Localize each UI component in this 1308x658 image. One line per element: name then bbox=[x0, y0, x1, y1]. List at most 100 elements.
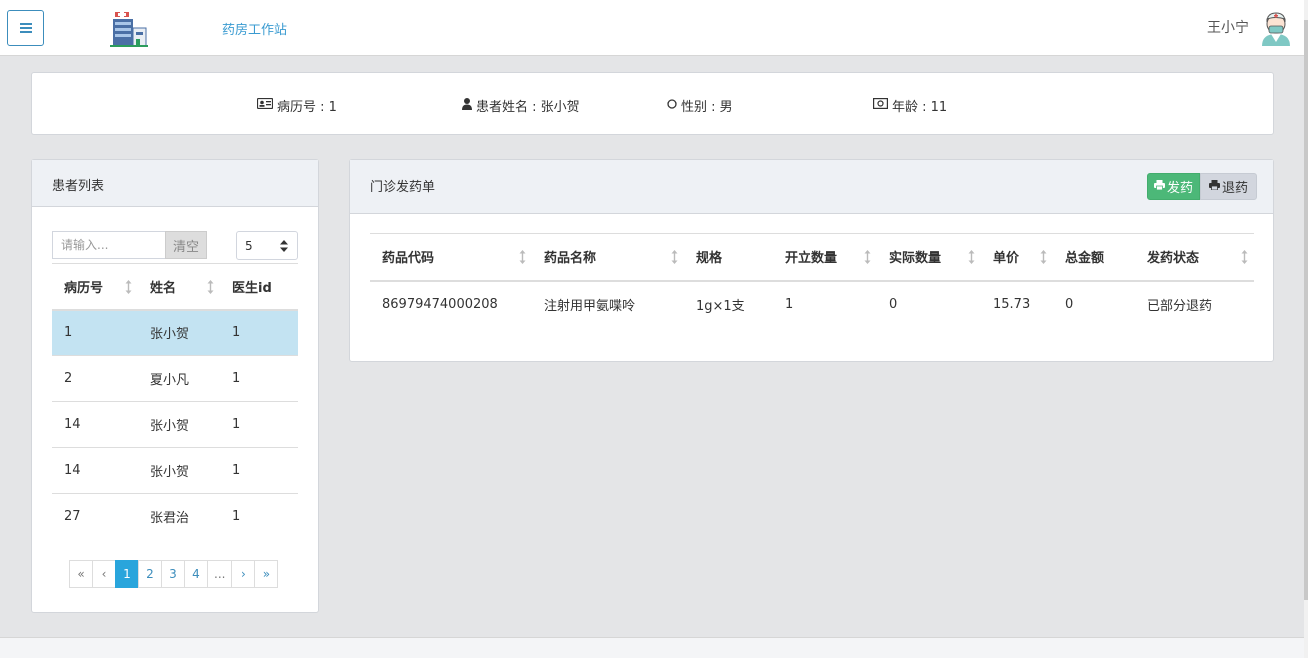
cell-doctor-id: 1 bbox=[220, 355, 298, 402]
sort-icon[interactable] bbox=[125, 280, 132, 298]
cell-status: 已部分退药 bbox=[1147, 299, 1213, 314]
cell-doctor-id: 1 bbox=[220, 401, 298, 448]
page-size-value: 5 bbox=[245, 238, 253, 253]
page-2[interactable]: 2 bbox=[138, 560, 162, 588]
table-row[interactable]: 27 张君治 1 bbox=[52, 494, 298, 540]
dispense-table: 药品代码 药品名称 规格 开立数量 实际数量 单价 总金额 发药状态 86979… bbox=[370, 233, 1254, 328]
sort-icon[interactable] bbox=[1241, 250, 1248, 268]
cell-record: 27 bbox=[64, 509, 81, 525]
column-header-drug-code[interactable]: 药品代码 bbox=[370, 233, 532, 282]
money-bill-icon bbox=[873, 98, 889, 113]
page-4[interactable]: 4 bbox=[184, 560, 208, 588]
page-first[interactable]: « bbox=[69, 560, 93, 588]
age-info: 年龄 : 11 bbox=[873, 96, 947, 115]
cell-drug-name: 注射用甲氨喋呤 bbox=[544, 299, 636, 314]
hamburger-icon[interactable] bbox=[7, 10, 44, 46]
patient-list-panel: 患者列表 清空 5 病历号 姓名 医生id 1 张小贺 1 2 夏小凡 bbox=[31, 159, 319, 613]
return-label: 退药 bbox=[1221, 181, 1248, 196]
page-scrollbar[interactable] bbox=[1304, 0, 1308, 658]
cell-name: 张小贺 bbox=[138, 401, 220, 448]
cell-record: 14 bbox=[52, 447, 138, 494]
column-header-status[interactable]: 发药状态 bbox=[1135, 233, 1254, 282]
cell-ordered-qty: 1 bbox=[785, 297, 794, 312]
dispense-button[interactable]: 发药 bbox=[1147, 173, 1200, 200]
patient-search: 清空 bbox=[52, 231, 207, 259]
cell-record: 2 bbox=[52, 355, 138, 402]
id-card-icon bbox=[256, 97, 274, 113]
sort-icon[interactable] bbox=[864, 250, 871, 268]
doctor-avatar-icon[interactable] bbox=[1259, 10, 1293, 46]
cell-spec: 1g×1支 bbox=[696, 299, 745, 314]
cell-unit-price: 15.73 bbox=[993, 297, 1031, 312]
page-ellipsis: ... bbox=[207, 560, 233, 588]
sort-icon[interactable] bbox=[519, 250, 526, 268]
circle-icon bbox=[667, 98, 677, 113]
page-last[interactable]: » bbox=[254, 560, 279, 588]
patient-info-bar: 病历号 : 1 患者姓名 : 张小贺 性别 : 男 年龄 : 11 bbox=[31, 72, 1274, 135]
column-header-doctor-id[interactable]: 医生id bbox=[220, 263, 298, 311]
print-icon bbox=[1208, 179, 1222, 194]
sort-icon[interactable] bbox=[1040, 250, 1047, 268]
pagination: « ‹ 1 2 3 4 ... › » bbox=[69, 560, 279, 588]
cell-name: 张君治 bbox=[150, 511, 190, 527]
gender-text: 性别 : 男 bbox=[681, 100, 733, 115]
table-row[interactable]: 2 夏小凡 1 bbox=[52, 355, 298, 402]
patient-list-title: 患者列表 bbox=[52, 179, 105, 194]
cell-drug-code: 86979474000208 bbox=[382, 297, 498, 312]
page-footer bbox=[0, 637, 1304, 658]
page-3[interactable]: 3 bbox=[161, 560, 185, 588]
page-prev[interactable]: ‹ bbox=[92, 560, 116, 588]
cell-record: 14 bbox=[52, 401, 138, 448]
cell-doctor-id: 1 bbox=[220, 309, 298, 356]
column-header-record[interactable]: 病历号 bbox=[52, 263, 138, 311]
cell-name: 张小贺 bbox=[138, 447, 220, 494]
cell-doctor-id: 1 bbox=[220, 447, 298, 494]
table-row[interactable]: 86979474000208 注射用甲氨喋呤 1g×1支 1 0 15.73 0… bbox=[370, 281, 1254, 328]
page-size-select[interactable]: 5 bbox=[236, 231, 298, 260]
column-header-drug-name[interactable]: 药品名称 bbox=[532, 233, 684, 282]
sort-icon[interactable] bbox=[207, 280, 214, 298]
patient-name-info: 患者姓名 : 张小贺 bbox=[462, 96, 580, 115]
clear-button[interactable]: 清空 bbox=[165, 231, 207, 259]
dispense-actions: 发药 退药 bbox=[1147, 173, 1257, 200]
user-icon bbox=[462, 97, 472, 114]
column-header-actual-qty[interactable]: 实际数量 bbox=[877, 233, 981, 282]
table-row[interactable]: 1 张小贺 1 bbox=[52, 309, 298, 356]
patient-table: 病历号 姓名 医生id 1 张小贺 1 2 夏小凡 1 14 张小贺 1 14 … bbox=[52, 263, 298, 540]
cell-name: 张小贺 bbox=[138, 309, 220, 356]
dispense-header: 门诊发药单 发药 退药 bbox=[350, 160, 1273, 214]
gender-info: 性别 : 男 bbox=[667, 96, 733, 115]
user-name[interactable]: 王小宁 bbox=[1207, 17, 1249, 37]
age-text: 年龄 : 11 bbox=[892, 100, 948, 115]
top-navbar: 药房工作站 王小宁 bbox=[0, 0, 1304, 56]
dispense-panel: 门诊发药单 发药 退药 药品代码 药品名称 规格 开立数量 实际数量 单价 总金… bbox=[349, 159, 1274, 362]
sort-arrows-icon bbox=[280, 240, 288, 255]
page-next[interactable]: › bbox=[231, 560, 256, 588]
column-header-ordered-qty[interactable]: 开立数量 bbox=[773, 233, 877, 282]
dispense-title: 门诊发药单 bbox=[370, 180, 436, 195]
cell-name: 夏小凡 bbox=[138, 355, 220, 402]
return-button[interactable]: 退药 bbox=[1200, 173, 1257, 200]
cell-actual-qty: 0 bbox=[889, 297, 898, 312]
cell-doctor-id: 1 bbox=[232, 509, 241, 525]
patient-search-input[interactable] bbox=[52, 231, 165, 259]
patient-list-header: 患者列表 bbox=[32, 160, 318, 207]
table-row[interactable]: 14 张小贺 1 bbox=[52, 447, 298, 494]
cell-total: 0 bbox=[1065, 297, 1074, 312]
cell-record: 1 bbox=[52, 309, 138, 356]
column-header-total[interactable]: 总金额 bbox=[1053, 233, 1135, 282]
record-number-text: 病历号 : 1 bbox=[277, 100, 337, 115]
column-header-unit-price[interactable]: 单价 bbox=[981, 233, 1053, 282]
table-row[interactable]: 14 张小贺 1 bbox=[52, 401, 298, 448]
column-header-spec[interactable]: 规格 bbox=[684, 233, 773, 282]
record-number-info: 病历号 : 1 bbox=[256, 96, 337, 115]
hospital-building-icon bbox=[110, 10, 148, 48]
column-header-name[interactable]: 姓名 bbox=[138, 263, 220, 311]
page-1[interactable]: 1 bbox=[115, 560, 139, 588]
dispense-label: 发药 bbox=[1166, 181, 1193, 196]
app-title[interactable]: 药房工作站 bbox=[222, 19, 287, 38]
scrollbar-thumb[interactable] bbox=[1304, 20, 1308, 600]
patient-name-text: 患者姓名 : 张小贺 bbox=[476, 100, 580, 115]
sort-icon[interactable] bbox=[671, 250, 678, 268]
sort-icon[interactable] bbox=[968, 250, 975, 268]
